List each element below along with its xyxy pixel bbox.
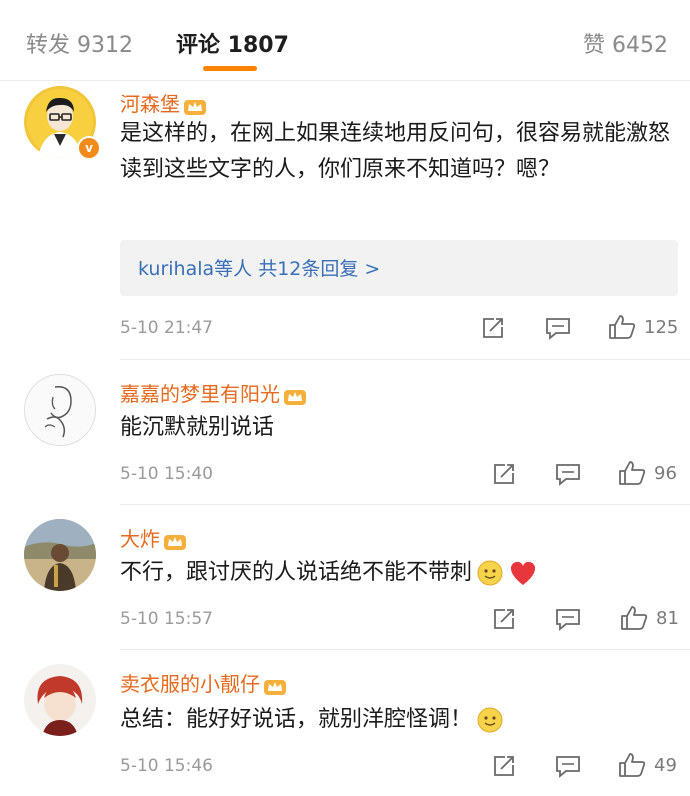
replies-link[interactable]: kurihala等人 共12条回复 > xyxy=(138,254,380,281)
like-icon[interactable] xyxy=(620,605,648,631)
avatar[interactable] xyxy=(24,519,96,591)
heart-emoji-icon xyxy=(510,561,536,585)
comment-text: 能沉默就别说话 xyxy=(120,415,275,440)
comment-text-content: 不行，跟讨厌的人说话绝不能不带刺 xyxy=(120,560,473,585)
member-crown-icon xyxy=(264,679,286,695)
reply-icon[interactable] xyxy=(545,316,571,340)
comment-author[interactable]: 嘉嘉的梦里有阳光 xyxy=(120,378,307,407)
comment-text: 不行，跟讨厌的人说话绝不能不带刺 xyxy=(120,555,676,591)
verified-badge-icon: v xyxy=(77,136,101,160)
share-icon[interactable] xyxy=(492,754,516,778)
comment-tabs: 转发 9312 评论 1807 赞 6452 xyxy=(0,0,690,81)
avatar[interactable] xyxy=(24,374,96,446)
like-count: 49 xyxy=(654,755,677,776)
comment-text: 是这样的，在网上如果连续地用反问句，很容易就能激怒读到这些文字的人，你们原来不知… xyxy=(120,121,671,182)
like-count: 96 xyxy=(654,463,677,484)
share-icon[interactable] xyxy=(492,607,516,631)
comment-time: 5-10 15:46 xyxy=(120,756,213,776)
comment-time: 5-10 15:40 xyxy=(120,464,213,484)
author-name: 大炸 xyxy=(120,527,160,551)
comment-author[interactable]: 大炸 xyxy=(120,523,187,552)
like-count: 125 xyxy=(644,317,679,338)
reply-icon[interactable] xyxy=(555,754,581,778)
comment-item: 大炸 不行，跟讨厌的人说话绝不能不带刺 5-10 15:57 81 xyxy=(0,505,690,650)
author-name: 嘉嘉的梦里有阳光 xyxy=(120,382,280,406)
tab-comments[interactable]: 评论 1807 xyxy=(176,27,289,59)
comment-text-content: 总结：能好好说话，就别洋腔怪调！ xyxy=(120,707,473,732)
comment-author[interactable]: 卖衣服的小靓仔 xyxy=(120,668,287,697)
comment-author[interactable]: 河森堡 xyxy=(120,88,207,117)
member-crown-icon xyxy=(164,534,186,550)
smiley-emoji-icon xyxy=(477,707,503,733)
comment-text: 总结：能好好说话，就别洋腔怪调！ xyxy=(120,702,676,738)
like-icon[interactable] xyxy=(618,752,646,778)
reply-icon[interactable] xyxy=(555,462,581,486)
active-tab-indicator xyxy=(203,66,257,71)
tab-likes[interactable]: 赞 6452 xyxy=(583,27,668,59)
tab-reposts[interactable]: 转发 9312 xyxy=(26,27,133,59)
replies-summary[interactable]: kurihala等人 共12条回复 > xyxy=(120,240,678,296)
comment-item: 嘉嘉的梦里有阳光 能沉默就别说话 5-10 15:40 96 xyxy=(0,360,690,505)
smiley-emoji-icon xyxy=(477,560,503,586)
comment-time: 5-10 21:47 xyxy=(120,318,213,338)
share-icon[interactable] xyxy=(492,462,516,486)
comment-item: v 河森堡 是这样的，在网上如果连续地用反问句，很容易就能激怒读到这些文字的人，… xyxy=(0,80,690,360)
reply-icon[interactable] xyxy=(555,607,581,631)
avatar[interactable] xyxy=(24,664,96,736)
author-name: 河森堡 xyxy=(120,92,180,116)
comment-time: 5-10 15:57 xyxy=(120,609,213,629)
comment-item: 卖衣服的小靓仔 总结：能好好说话，就别洋腔怪调！ 5-10 15:46 49 xyxy=(0,650,690,796)
like-icon[interactable] xyxy=(618,460,646,486)
author-name: 卖衣服的小靓仔 xyxy=(120,672,260,696)
like-icon[interactable] xyxy=(608,314,636,340)
share-icon[interactable] xyxy=(481,316,505,340)
member-crown-icon xyxy=(284,389,306,405)
like-count: 81 xyxy=(656,608,679,629)
member-crown-icon xyxy=(184,99,206,115)
